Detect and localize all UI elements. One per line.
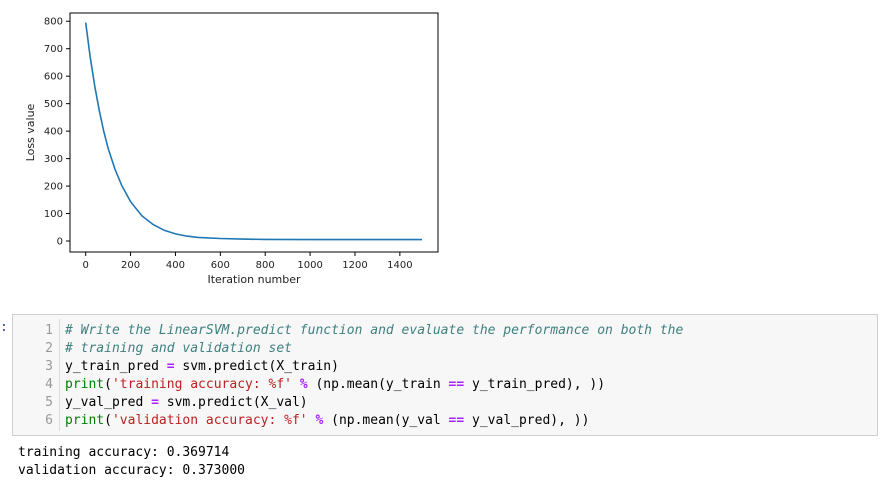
y-tick-label-2: 200 [44, 182, 63, 193]
code-token: svm.predict(X_val) [158, 395, 308, 410]
code-token: 'training accuracy: %f' [111, 377, 292, 392]
code-token: y_train_pred), )) [464, 377, 606, 392]
x-tick-label-6: 1200 [342, 260, 367, 271]
code-token: # training and validation set [65, 341, 292, 356]
cell-prompt: : [0, 320, 8, 335]
x-tick-label-7: 1400 [387, 260, 412, 271]
code-token: == [448, 413, 465, 428]
code-token: % [299, 377, 308, 392]
x-tick-label-0: 0 [83, 260, 89, 271]
line-number-6: 6 [45, 413, 53, 428]
y-tick-label-5: 500 [44, 99, 63, 110]
x-tick-label-5: 1000 [297, 260, 322, 271]
code-token: ( [104, 413, 112, 428]
code-line-4[interactable]: print('training accuracy: %f' % (np.mean… [65, 376, 869, 394]
x-tick-label-4: 800 [256, 260, 275, 271]
line-number-2: 2 [45, 341, 53, 356]
code-cell[interactable]: 1 2 3 4 5 6 # Write the LinearSVM.predict fun… [12, 314, 878, 436]
code-token: y_val_pred [65, 395, 152, 410]
loss-chart-svg: 0 200 400 600 800 1000 1200 1400 0 100 200 300 400 50… [24, 12, 439, 286]
code-token: ( [104, 377, 112, 392]
code-line-2[interactable]: # training and validation set [65, 340, 869, 358]
line-number-4: 4 [45, 377, 53, 392]
code-token: 'validation accuracy: %f' [111, 413, 308, 428]
code-token: = [166, 359, 175, 374]
code-token: (np.mean(y_val [323, 413, 449, 428]
y-tick-label-8: 800 [44, 17, 63, 28]
y-tick-label-6: 600 [44, 72, 63, 83]
loss-series-line-0 [84, 22, 423, 241]
code-token: # Write the LinearSVM.predict function a… [65, 323, 684, 338]
output-line-training: training accuracy: 0.369714 [18, 445, 230, 460]
line-number-1: 1 [45, 323, 53, 338]
line-number-gutter: 1 2 3 4 5 6 [13, 322, 57, 430]
y-tick-label-7: 700 [44, 44, 63, 55]
plot-frame [69, 12, 439, 253]
line-number-3: 3 [45, 359, 53, 374]
x-tick-label-3: 600 [211, 260, 230, 271]
code-token: y_val_pred), )) [464, 413, 590, 428]
loss-plot: 0 200 400 600 800 1000 1200 1400 0 100 200 300 400 50… [0, 0, 460, 300]
y-tick-label-0: 0 [57, 237, 63, 248]
x-tick-label-1: 200 [121, 260, 140, 271]
code-line-6[interactable]: print('validation accuracy: %f' % (np.me… [65, 412, 869, 430]
code-token: y_train_pred [65, 359, 167, 374]
code-line-5[interactable]: y_val_pred = svm.predict(X_val) [65, 394, 869, 412]
code-line-1[interactable]: # Write the LinearSVM.predict function a… [65, 322, 869, 340]
gutter-divider [59, 319, 60, 431]
y-tick-label-1: 100 [44, 209, 63, 220]
code-token: print [65, 377, 105, 392]
y-tick-label-4: 400 [44, 127, 63, 138]
line-number-5: 5 [45, 395, 53, 410]
x-tick-label-2: 400 [166, 260, 185, 271]
y-axis-label: Loss value [24, 103, 37, 161]
output-line-validation: validation accuracy: 0.373000 [18, 463, 245, 478]
code-token: == [448, 377, 465, 392]
x-axis-label: Iteration number [207, 273, 301, 286]
code-token: svm.predict(X_train) [174, 359, 339, 374]
code-token: print [65, 413, 105, 428]
cell-output: training accuracy: 0.369714 validation a… [18, 444, 245, 480]
code-line-3[interactable]: y_train_pred = svm.predict(X_train) [65, 358, 869, 376]
code-editor[interactable]: # Write the LinearSVM.predict function a… [65, 322, 869, 430]
code-token: (np.mean(y_train [307, 377, 449, 392]
code-token: = [151, 395, 159, 410]
y-tick-label-3: 300 [44, 154, 63, 165]
